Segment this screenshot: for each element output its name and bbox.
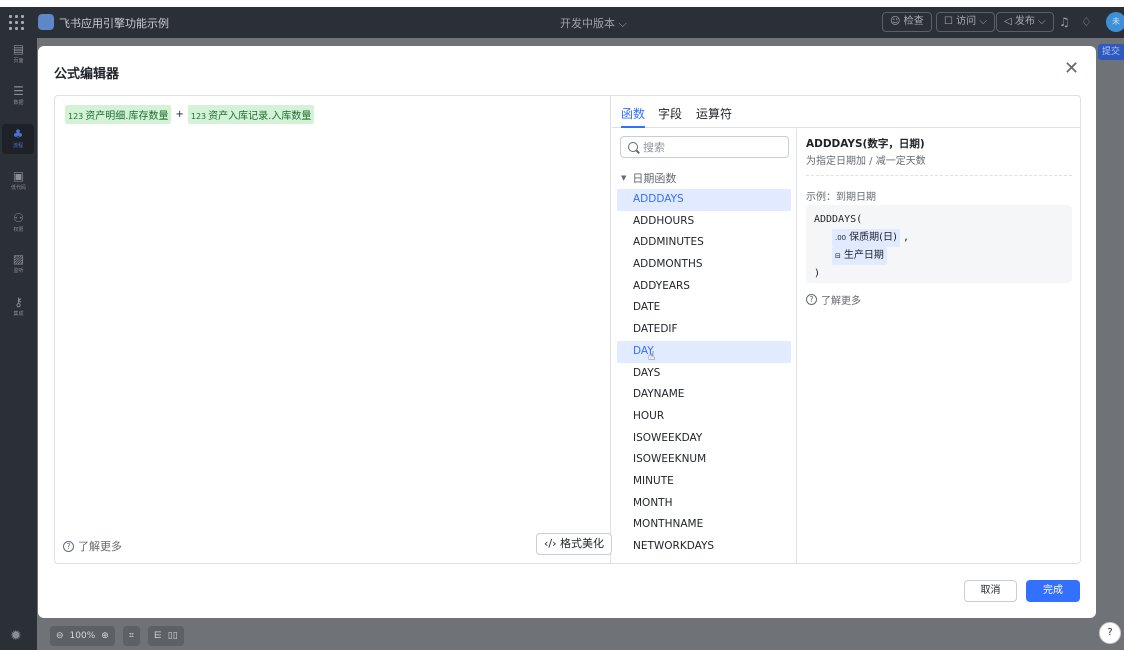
code-line: ) bbox=[814, 268, 821, 279]
function-item[interactable]: DATE bbox=[617, 297, 791, 319]
function-item[interactable]: MINUTE bbox=[617, 471, 791, 493]
bell-icon[interactable]: ♫ bbox=[1059, 15, 1070, 29]
function-item[interactable]: MONTHNAME bbox=[617, 514, 791, 536]
hand-cursor-icon: ☝ bbox=[648, 348, 656, 363]
help-button[interactable]: ? bbox=[1099, 622, 1121, 644]
field-chip: .00 保质期(日) bbox=[832, 229, 900, 247]
app-logo bbox=[38, 14, 54, 30]
divider bbox=[806, 175, 1072, 176]
code-line: ADDDAYS( bbox=[814, 214, 863, 225]
fit-control[interactable]: ⌗ bbox=[122, 626, 140, 646]
learn-more-link[interactable]: ? 了解更多 bbox=[63, 538, 122, 554]
code-icon: ‹/› bbox=[544, 537, 557, 550]
function-item[interactable]: ISOWEEKNUM bbox=[617, 449, 791, 471]
monitor-icon: ▨ bbox=[12, 252, 25, 266]
sidebar-item-lowcode[interactable]: ▣ 低代码 bbox=[0, 169, 37, 191]
code-line: .00 保质期(日) , bbox=[814, 229, 1064, 247]
zoom-in-icon[interactable]: ⊕ bbox=[101, 626, 109, 646]
function-signature: ADDDAYS(数字，日期) bbox=[806, 138, 925, 150]
function-item[interactable]: DAYS bbox=[617, 363, 791, 385]
code-comma: , bbox=[902, 232, 909, 243]
help-circle-icon: ? bbox=[806, 294, 817, 305]
app-grid-icon[interactable] bbox=[9, 15, 24, 30]
fit-icon: ⌗ bbox=[128, 631, 134, 641]
function-list-pane: ▼ 日期函数 ADDDAYS ADDHOURS ADDMINUTES ADDMO… bbox=[612, 129, 797, 563]
function-item[interactable]: DATEDIF bbox=[617, 319, 791, 341]
bottom-toolbar: ⊖ 100% ⊕ ⌗ ⋿ ▯▯ bbox=[50, 626, 184, 646]
code-icon: ▣ bbox=[12, 169, 25, 183]
function-item[interactable]: ADDDAYS bbox=[617, 189, 791, 211]
avatar[interactable]: 未 bbox=[1106, 12, 1124, 32]
check-button[interactable]: ☺ 检查 bbox=[882, 12, 932, 32]
function-item[interactable]: ADDMONTHS bbox=[617, 254, 791, 276]
top-bar: 飞书应用引擎功能示例 开发中版本 ⌵ ☺ 检查 ☐ 访问 ⌵ ◁ 发布 ⌵ ♫ … bbox=[0, 7, 1124, 38]
formula-input-area[interactable]: 123 资产明细.库存数量 + 123 资产入库记录.入库数量 ? 了解更多 ‹/›… bbox=[55, 96, 613, 563]
format-beautify-button[interactable]: ‹/› 格式美化 bbox=[536, 533, 613, 555]
users-icon: ⚇ bbox=[13, 211, 24, 225]
calendar-icon: ⊟ bbox=[835, 252, 841, 260]
code-line: ⊟ 生产日期 bbox=[814, 247, 1064, 265]
zoom-controls: ⊖ 100% ⊕ bbox=[50, 626, 115, 646]
function-item[interactable]: MONTH bbox=[617, 493, 791, 515]
editor-container: 123 资产明细.库存数量 + 123 资产入库记录.入库数量 ? 了解更多 ‹/›… bbox=[54, 95, 1081, 564]
operator-plus: + bbox=[175, 109, 184, 120]
layout-b-icon[interactable]: ▯▯ bbox=[168, 626, 178, 646]
app-title: 飞书应用引擎功能示例 bbox=[59, 17, 169, 30]
tab-operators[interactable]: 运算符 bbox=[696, 105, 732, 122]
field-token[interactable]: 123 资产入库记录.入库数量 bbox=[187, 105, 315, 124]
sidebar: ▤ 页面 ☰ 数据 ♣ 流程 ▣ 低代码 ⚇ 权限 ▨ 监听 ⚷ 集成 bbox=[0, 38, 37, 650]
visit-button[interactable]: ☐ 访问 ⌵ bbox=[936, 12, 995, 32]
key-icon: ⚷ bbox=[14, 295, 23, 309]
example-code-block: ADDDAYS( .00 保质期(日) , ⊟ 生产日期 ) bbox=[806, 205, 1072, 283]
sidebar-item-data[interactable]: ☰ 数据 bbox=[0, 84, 37, 106]
search-box[interactable] bbox=[620, 136, 789, 158]
submit-button[interactable]: 提交 bbox=[1098, 44, 1124, 60]
pages-icon: ▤ bbox=[12, 42, 25, 56]
database-icon: ☰ bbox=[13, 84, 24, 98]
function-item[interactable]: ADDHOURS bbox=[617, 211, 791, 233]
search-input[interactable] bbox=[643, 140, 773, 154]
sidebar-item-integration[interactable]: ⚷ 集成 bbox=[0, 295, 37, 317]
formula-expression: 123 资产明细.库存数量 + 123 资产入库记录.入库数量 bbox=[65, 105, 315, 124]
flow-icon: ♣ bbox=[12, 127, 24, 141]
zoom-out-icon[interactable]: ⊖ bbox=[56, 626, 64, 646]
tab-functions[interactable]: 函数 bbox=[621, 105, 646, 128]
function-item[interactable]: DAYNAME bbox=[617, 384, 791, 406]
pin-icon[interactable]: ♢ bbox=[1081, 15, 1092, 29]
close-icon[interactable]: ✕ bbox=[1064, 60, 1079, 78]
function-group-header[interactable]: ▼ 日期函数 bbox=[621, 170, 676, 186]
sidebar-item-pages[interactable]: ▤ 页面 bbox=[0, 42, 37, 64]
function-item[interactable]: HOUR bbox=[617, 406, 791, 428]
layout-a-icon[interactable]: ⋿ bbox=[154, 626, 162, 646]
function-list: ADDDAYS ADDHOURS ADDMINUTES ADDMONTHS AD… bbox=[617, 189, 791, 558]
modal-title: 公式编辑器 bbox=[54, 67, 120, 82]
function-item[interactable]: ADDMINUTES bbox=[617, 232, 791, 254]
publish-button[interactable]: ◁ 发布 ⌵ bbox=[996, 12, 1054, 32]
layout-controls: ⋿ ▯▯ bbox=[147, 626, 184, 646]
help-circle-icon: ? bbox=[63, 540, 74, 552]
zoom-level: 100% bbox=[69, 631, 96, 641]
function-item[interactable]: NETWORKDAYS bbox=[617, 536, 791, 558]
tab-fields[interactable]: 字段 bbox=[658, 105, 682, 122]
cancel-button[interactable]: 取消 bbox=[964, 580, 1017, 602]
function-description: 为指定日期加 / 减一定天数 bbox=[806, 156, 926, 167]
function-detail-pane: ADDDAYS(数字，日期) 为指定日期加 / 减一定天数 示例：到期日期 AD… bbox=[798, 129, 1080, 563]
caret-down-icon: ▼ bbox=[621, 174, 627, 182]
function-item[interactable]: ISOWEEKDAY bbox=[617, 428, 791, 450]
sidebar-item-monitor[interactable]: ▨ 监听 bbox=[0, 252, 37, 274]
function-item-hovered[interactable]: DAY ☝ bbox=[617, 340, 791, 363]
field-token[interactable]: 123 资产明细.库存数量 bbox=[65, 105, 172, 124]
function-item[interactable]: ADDYEARS bbox=[617, 276, 791, 298]
example-label: 示例：到期日期 bbox=[806, 192, 876, 203]
function-tabs: 函数 字段 运算符 bbox=[612, 96, 1080, 128]
version-selector[interactable]: 开发中版本 ⌵ bbox=[560, 15, 627, 31]
sidebar-item-flow[interactable]: ♣ 流程 bbox=[2, 124, 34, 154]
gear-icon[interactable]: ✹ bbox=[10, 628, 22, 644]
learn-more-link[interactable]: ? 了解更多 bbox=[806, 292, 861, 307]
search-icon bbox=[628, 142, 638, 152]
formula-editor-modal: 公式编辑器 ✕ 123 资产明细.库存数量 + 123 资产入库记录.入库数量 ? … bbox=[38, 46, 1096, 618]
done-button[interactable]: 完成 bbox=[1026, 580, 1080, 602]
sidebar-item-permissions[interactable]: ⚇ 权限 bbox=[0, 211, 37, 233]
field-chip: ⊟ 生产日期 bbox=[832, 247, 887, 265]
